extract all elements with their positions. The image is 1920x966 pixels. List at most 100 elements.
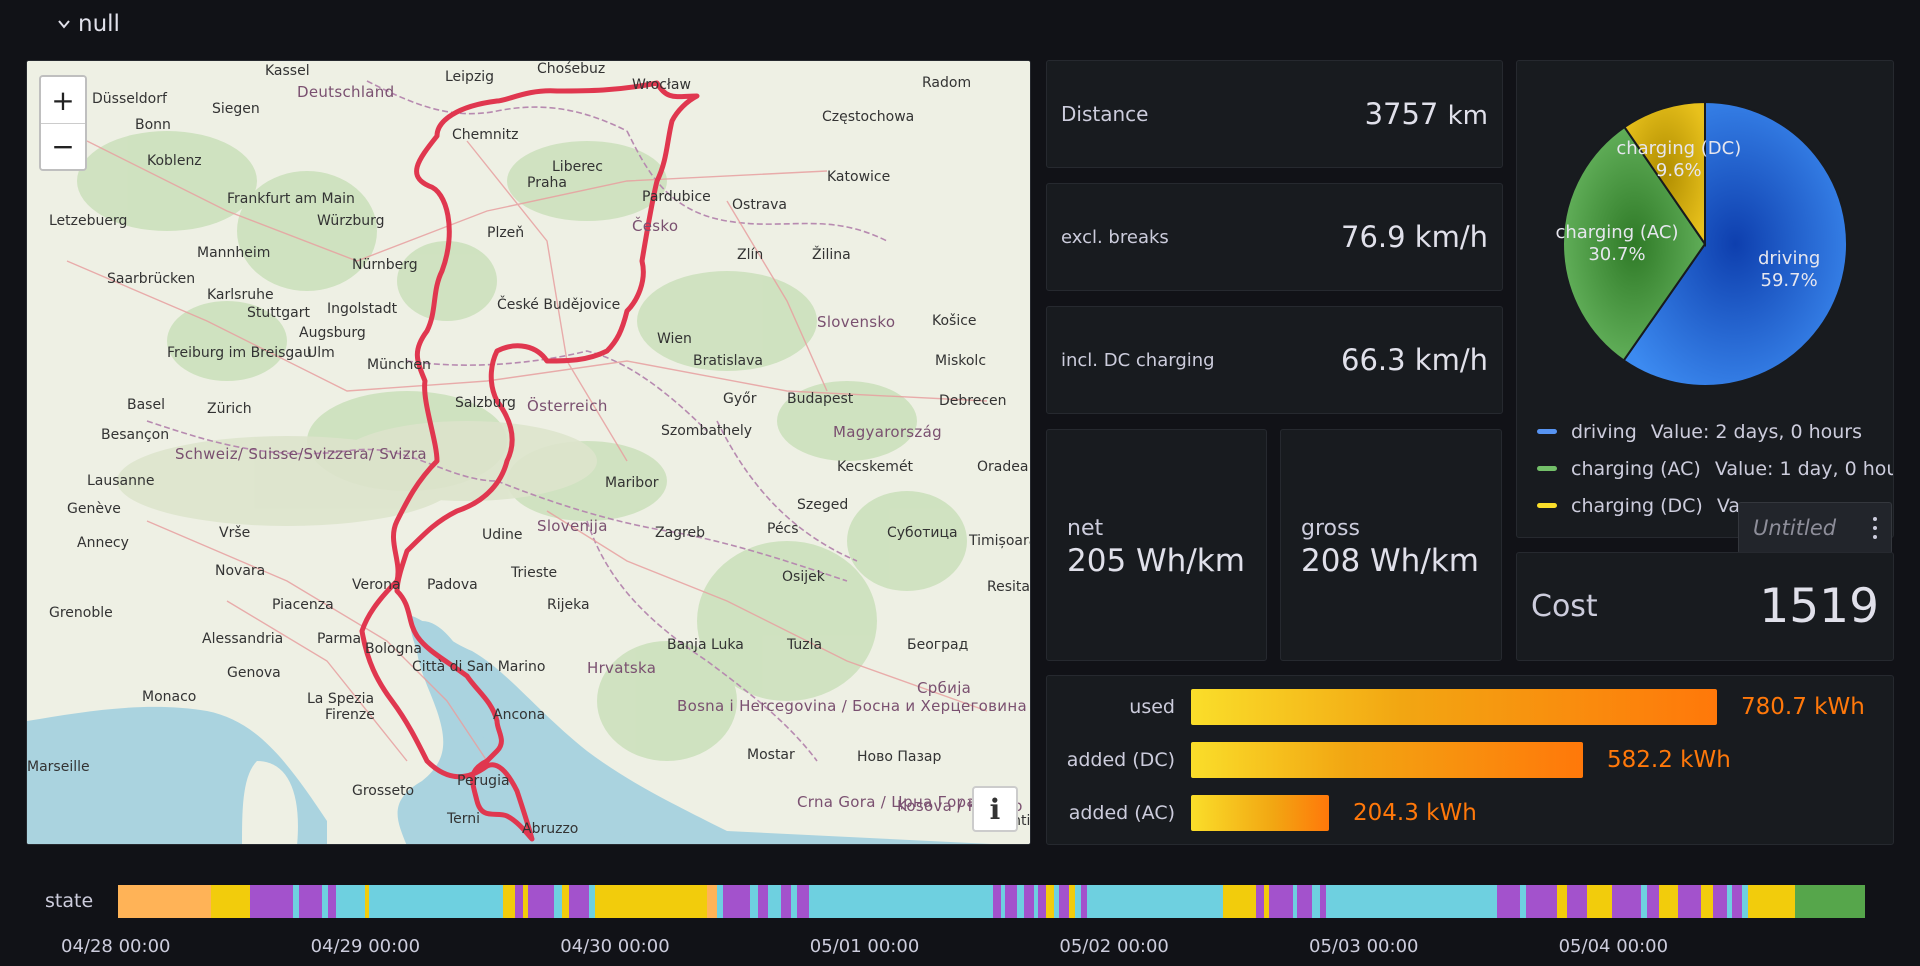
timeline-segment-charging[interactable] [1712,885,1727,918]
timeline-segment-offline[interactable] [707,885,718,918]
untitled-chip[interactable]: Untitled [1738,502,1892,554]
map-label: Letzebuerg [49,213,128,229]
timeline-segment-charging[interactable] [757,885,768,918]
timeline-segment-idle[interactable] [1086,885,1223,918]
energy-bar-used [1191,689,1717,725]
timeline-segment-idle[interactable] [750,885,758,918]
timeline-segment-charging[interactable] [528,885,554,918]
map-label: Liberec [552,159,603,175]
state-timeline[interactable] [118,885,1865,918]
timeline-segment-offline[interactable] [118,885,212,918]
timeline-segment-charging[interactable] [1296,885,1313,918]
map-label: Siegen [212,101,260,117]
trip-map-panel[interactable]: Leipzig Chośebuz Düsseldorf Kassel Deutschla… [26,60,1031,845]
energy-label: used [1129,696,1175,718]
map-label: Radom [922,75,972,91]
timeline-segment-charging[interactable] [1646,885,1659,918]
kebab-menu-icon[interactable] [1873,517,1877,539]
timeline-segment-charging[interactable] [993,885,1002,918]
map-label: Mostar [747,747,795,763]
map-label: Ostrava [732,197,788,213]
timeline-segment-idle[interactable] [1312,885,1321,918]
timeline-segment-charging[interactable] [250,885,294,918]
timeline-segment-charging[interactable] [1059,885,1070,918]
map-label: Ulm [307,345,335,361]
map-label: Szeged [797,497,849,513]
timeline-segment-charging[interactable] [1497,885,1521,918]
timeline-segment-idle[interactable] [553,885,562,918]
map-label: Abruzzo [522,821,579,837]
timeline-segment-idle[interactable] [335,885,366,918]
timeline-segment-driving[interactable] [1045,885,1054,918]
timeline-segment-idle[interactable] [1325,885,1498,918]
cost-panel: Cost 1519 [1516,552,1894,661]
net-value: 205 Wh/km [1067,543,1245,579]
timeline-segment-idle[interactable] [767,885,782,918]
timeline-segment-charging[interactable] [569,885,589,918]
timeline-segment-online[interactable] [1794,885,1865,918]
timeline-segment-driving[interactable] [1222,885,1256,918]
map-label: Genova [227,665,281,681]
map-label: Resita [987,579,1030,595]
map-label: Žilina [812,247,851,263]
map-label: Timișoara [969,533,1031,549]
timeline-segment-charging[interactable] [1038,885,1046,918]
map-label: Marseille [27,759,90,775]
timeline-segment-driving[interactable] [1557,885,1568,918]
map-label: Firenze [325,707,375,723]
map-label: Parma [317,631,362,647]
map-label: Slovenija [537,517,608,535]
info-button[interactable]: i [972,786,1018,832]
timeline-segment-charging[interactable] [328,885,336,918]
map-label: Nürnberg [352,257,418,273]
row-header[interactable]: null [56,6,120,42]
timeline-tick-label: 05/03 00:00 [1309,936,1419,957]
timeline-segment-driving[interactable] [594,885,708,918]
timeline-segment-charging[interactable] [1004,885,1017,918]
timeline-segment-idle[interactable] [1016,885,1025,918]
zoom-in-button[interactable]: + [41,77,85,123]
map-label: Novara [215,563,266,579]
map-label: Terni [447,811,481,827]
map-label: Annecy [77,535,129,551]
timeline-tick-label: 05/01 00:00 [809,936,920,957]
timeline-segment-charging[interactable] [1611,885,1641,918]
timeline-segment-driving[interactable] [1658,885,1678,918]
legend-item-driving[interactable]: driving Value: 2 days, 0 hours [1537,413,1893,450]
zoom-out-button[interactable]: − [41,123,85,169]
timeline-segment-driving[interactable] [1586,885,1612,918]
map-label: Grosseto [352,783,415,799]
timeline-tick-label: 04/29 00:00 [310,936,421,957]
timeline-segment-driving[interactable] [1701,885,1713,918]
map-label: Verona [352,577,401,593]
timeline-segment-driving[interactable] [211,885,251,918]
energy-bar-added-dc [1191,742,1583,778]
legend-item-charging-ac[interactable]: charging (AC) Value: 1 day, 0 hou [1537,450,1893,487]
timeline-segment-charging[interactable] [1269,885,1293,918]
pie-slice-label: driving 59.7% [1757,248,1821,292]
incl-dc-label: incl. DC charging [1061,349,1215,371]
timeline-segment-charging[interactable] [1677,885,1702,918]
timeline-segment-charging[interactable] [1024,885,1035,918]
timeline-segment-idle[interactable] [808,885,994,918]
timeline-segment-driving[interactable] [1747,885,1795,918]
map-label: Vrše [219,525,251,541]
timeline-segment-charging[interactable] [1732,885,1743,918]
timeline-segment-charging[interactable] [722,885,751,918]
timeline-segment-driving[interactable] [561,885,570,918]
timeline-segment-charging[interactable] [1567,885,1587,918]
map-label: Košice [932,313,977,329]
timeline-segment-charging[interactable] [1255,885,1264,918]
map-label: Grenoble [49,605,113,621]
timeline-segment-charging[interactable] [514,885,523,918]
distance-value: 3757 km [1365,97,1488,131]
timeline-segment-charging[interactable] [796,885,809,918]
timeline-segment-charging[interactable] [298,885,323,918]
map-label: Praha [527,175,567,191]
map-label: München [367,357,431,373]
timeline-segment-charging[interactable] [1526,885,1558,918]
timeline-segment-idle[interactable] [368,885,504,918]
map-label: Bratislava [693,353,763,369]
timeline-segment-driving[interactable] [503,885,515,918]
timeline-segment-charging[interactable] [781,885,791,918]
